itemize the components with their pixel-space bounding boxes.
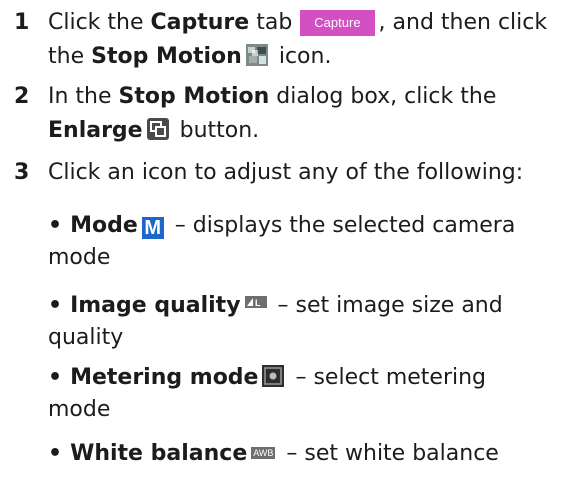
bullet-text: – select metering	[288, 365, 487, 390]
step-bold-text: Capture	[150, 10, 250, 35]
bullet-text: quality	[48, 325, 124, 350]
bullet-white-balance: • White balance AWB – set white balance	[48, 438, 568, 470]
stop-motion-icon[interactable]	[245, 44, 268, 66]
step-number: 2	[14, 84, 30, 109]
step-1: 1 Click the Capture tab Capture, and then…	[0, 6, 578, 74]
step-text: Click the	[48, 10, 151, 35]
image-quality-icon[interactable]: L	[244, 286, 267, 318]
bullet-marker: •	[48, 365, 63, 390]
bullet-marker: •	[48, 293, 63, 318]
step-text: the	[48, 44, 92, 69]
bullet-bold-text: Metering mode	[70, 365, 259, 390]
bullet-text: – set white balance	[279, 441, 499, 466]
step-text: icon.	[271, 44, 332, 69]
step-number: 1	[14, 10, 30, 35]
step-text: tab	[249, 10, 293, 35]
svg-text:L: L	[255, 298, 261, 308]
bullet-image-quality: • Image quality L – set image size and qua…	[48, 286, 568, 354]
step-3: 3 Click an icon to adjust any of the fol…	[0, 156, 578, 190]
bullet-text: mode	[48, 245, 111, 270]
capture-tab[interactable]: Capture	[300, 10, 375, 36]
metering-mode-icon[interactable]	[262, 365, 285, 387]
bullet-marker: •	[48, 441, 63, 466]
bullet-bold-text: Mode	[70, 213, 138, 238]
bullet-metering-mode: • Metering mode – select metering mode	[48, 362, 568, 426]
mode-icon[interactable]: M	[141, 217, 164, 239]
bullet-bold-text: Image quality	[70, 293, 241, 318]
white-balance-icon[interactable]: AWB	[251, 447, 276, 459]
step-bold-text: Enlarge	[48, 118, 143, 143]
step-text: , and then click	[378, 10, 548, 35]
bullet-text: mode	[48, 397, 111, 422]
bullet-mode: • Mode M – displays the selected camera mo…	[48, 210, 568, 274]
step-number: 3	[14, 160, 30, 185]
enlarge-icon[interactable]	[146, 118, 169, 140]
step-text: Click an icon to adjust any of the follo…	[48, 160, 524, 185]
step-bold-text: Stop Motion	[118, 84, 270, 109]
instructions-page: 1 Click the Capture tab Capture, and then…	[0, 0, 578, 477]
bullet-marker: •	[48, 213, 63, 238]
step-2: 2 In the Stop Motion dialog box, click t…	[0, 80, 578, 148]
bullet-text: – displays the selected camera	[167, 213, 516, 238]
step-text: button.	[172, 118, 260, 143]
step-text: dialog box, click the	[269, 84, 497, 109]
step-bold-text: Stop Motion	[91, 44, 242, 69]
bullet-text: – set image size and	[270, 293, 503, 318]
step-text: In the	[48, 84, 119, 109]
bullet-bold-text: White balance	[70, 441, 248, 466]
